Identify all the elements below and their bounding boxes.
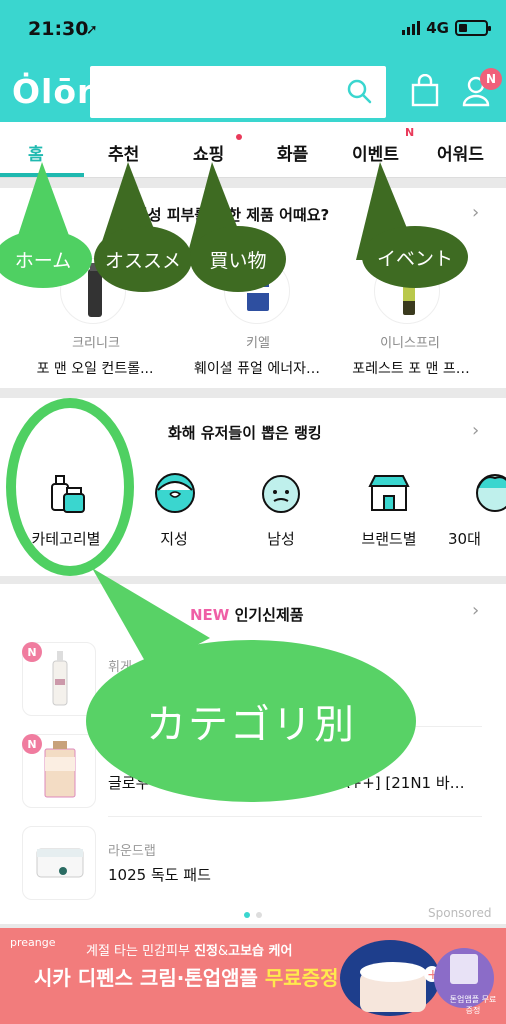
product-name[interactable]: 포 맨 오일 컨트롤... (10, 358, 180, 378)
banner-subtitle: 계절 타는 민감피부 진정&고보습 케어 (86, 944, 293, 959)
product-brand: 이니스프리 (380, 336, 440, 351)
product-brand: 키엘 (246, 336, 270, 351)
section-title: 화해 유저들이 뽑은 랭킹 (168, 424, 322, 442)
notification-badge: N (480, 68, 502, 90)
category-label[interactable]: 30대 (448, 528, 506, 549)
pager-dot-active[interactable] (244, 912, 250, 918)
banner-brand: preange (10, 936, 56, 949)
annotation-event: イベント (362, 226, 468, 288)
ad-banner[interactable]: preange 계절 타는 민감피부 진정&고보습 케어 시카 디펜스 크림·톤… (0, 928, 506, 1024)
location-arrow-icon: ➚ (86, 22, 98, 38)
product-name[interactable]: 포레스트 포 맨 프… (326, 358, 496, 378)
annotation-shopping: 買い物 (190, 226, 286, 292)
category-label[interactable]: 브랜드별 (339, 528, 439, 549)
search-icon[interactable] (346, 78, 372, 104)
sponsored-label: Sponsored (428, 906, 492, 920)
banner-gift-label: 톤업앰플 무료증정 (449, 995, 497, 1015)
category-label[interactable]: 지성 (124, 528, 224, 549)
item-name[interactable]: 1025 독도 패드 (108, 864, 211, 885)
annotation-ring (6, 398, 134, 576)
product-brand: 크리니크 (72, 336, 120, 351)
signal-icon (402, 21, 421, 35)
product-name[interactable]: 훼이셜 퓨얼 에너자… (172, 358, 342, 378)
new-badge: N (22, 734, 42, 754)
search-input[interactable] (90, 66, 386, 118)
item-brand: 라운드랩 (108, 844, 156, 859)
shopping-new-dot (236, 134, 242, 140)
banner-headline: 시카 디펜스 크림·톤업앰플 무료증정! (34, 966, 348, 990)
status-right: 4G (402, 19, 491, 37)
annotation-recommend: オススメ (94, 226, 192, 292)
product-image[interactable] (22, 826, 96, 900)
annotation-category: カテゴリ別 (86, 640, 416, 802)
chevron-right-icon[interactable]: › (472, 420, 479, 441)
category-label[interactable]: 남성 (231, 528, 331, 549)
pager-dot[interactable] (256, 912, 262, 918)
top-bar: 21:30 ➚ 4G Ȯlōn N (0, 0, 506, 122)
battery-icon (455, 20, 491, 36)
shopping-bag-icon[interactable] (410, 74, 440, 108)
network-type: 4G (426, 19, 449, 37)
chevron-right-icon[interactable]: › (472, 600, 479, 621)
face-oily-icon[interactable] (152, 470, 198, 516)
event-new-badge: N (405, 126, 415, 139)
face-male-icon[interactable] (258, 470, 304, 516)
app-logo[interactable]: Ȯlōn (12, 72, 102, 111)
store-icon[interactable] (366, 470, 412, 516)
divider (108, 816, 482, 817)
status-time: 21:30 (28, 18, 89, 40)
age-icon[interactable] (472, 470, 506, 516)
